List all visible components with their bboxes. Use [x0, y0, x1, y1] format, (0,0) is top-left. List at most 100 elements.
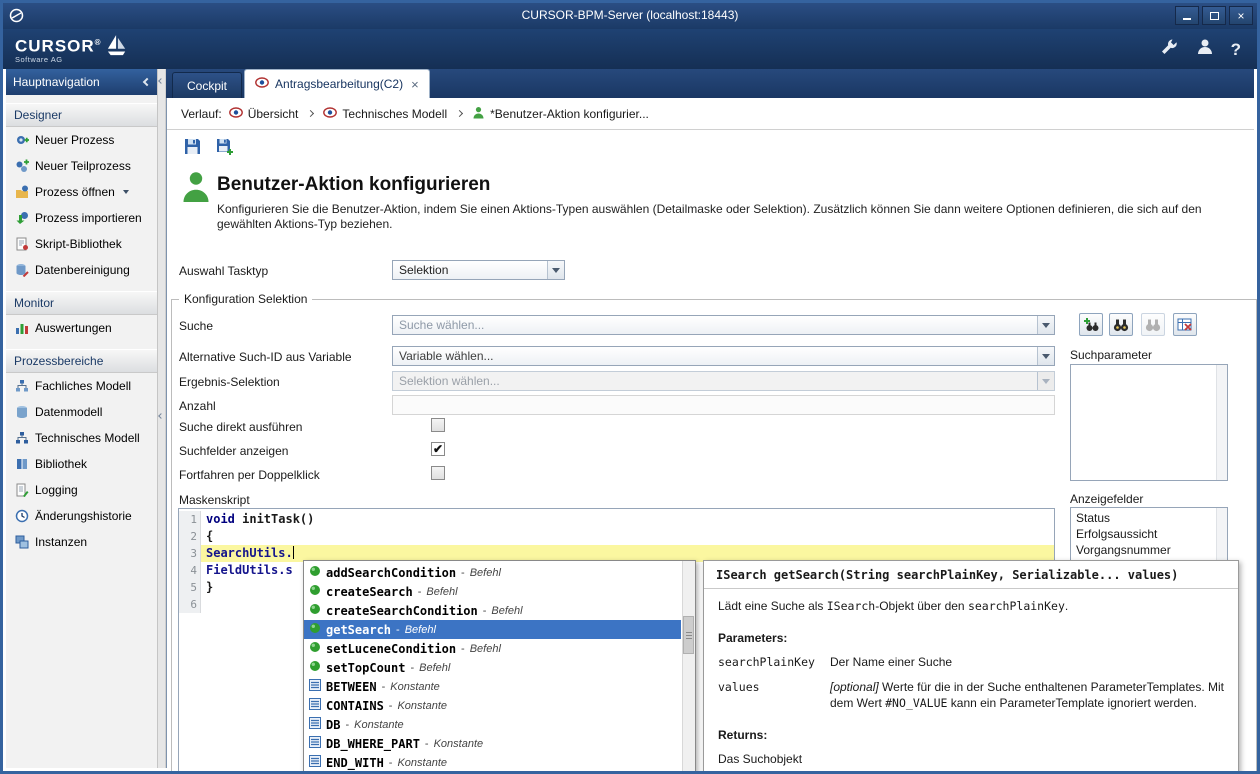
breadcrumb-item-uebersicht[interactable]: Übersicht	[229, 107, 299, 121]
autocomplete-item[interactable]: setLuceneCondition-Befehl	[304, 639, 681, 658]
autocomplete-item[interactable]: DB-Konstante	[304, 715, 681, 734]
logging-icon	[15, 483, 29, 497]
eye-icon	[229, 107, 243, 121]
autocomplete-item[interactable]: addSearchCondition-Befehl	[304, 563, 681, 582]
add-search-button[interactable]	[1079, 313, 1103, 336]
autocomplete-item[interactable]: DB_WHERE_PART-Konstante	[304, 734, 681, 753]
variable-select[interactable]: Variable wählen...	[392, 346, 1055, 366]
window-title: CURSOR-BPM-Server (localhost:18443)	[3, 8, 1257, 22]
suche-direkt-checkbox[interactable]	[431, 418, 445, 432]
edit-search-button[interactable]	[1141, 313, 1165, 336]
autocomplete-item[interactable]: END_WITH-Konstante	[304, 753, 681, 772]
collapse-sidebar-icon[interactable]	[143, 78, 151, 86]
open-process-menu-icon[interactable]	[123, 190, 129, 194]
suche-label: Suche	[179, 319, 213, 333]
scrollbar[interactable]	[1216, 365, 1227, 480]
chevron-down-icon	[1037, 372, 1054, 390]
minimize-button[interactable]	[1175, 6, 1199, 25]
sidebar-item-neuer-prozess[interactable]: Neuer Prozess	[6, 127, 157, 153]
sidebar-item-fachliches-modell[interactable]: Fachliches Modell	[6, 373, 157, 399]
anzeigefelder-label: Anzeigefelder	[1070, 492, 1143, 506]
tools-button[interactable]	[1159, 37, 1179, 62]
anzahl-field[interactable]	[392, 395, 1055, 415]
collapse-arrow-icon	[158, 413, 164, 419]
maskenskript-label: Maskenskript	[179, 493, 250, 507]
tab-close-icon[interactable]: ×	[411, 77, 419, 92]
sidebar-item-skript-bibliothek[interactable]: Skript-Bibliothek	[6, 231, 157, 257]
tab-cockpit[interactable]: Cockpit	[172, 72, 242, 98]
scrollbar-thumb[interactable]	[683, 616, 694, 654]
brand-subtitle: Software AG	[15, 55, 102, 64]
autocomplete-item[interactable]: setTopCount-Befehl	[304, 658, 681, 677]
list-item[interactable]: Erfolgsaussicht	[1071, 526, 1227, 542]
list-item[interactable]: Vorgangsnummer	[1071, 542, 1227, 558]
save-as-button[interactable]	[212, 135, 236, 159]
sidebar-item-bibliothek[interactable]: Bibliothek	[6, 451, 157, 477]
autocomplete-item[interactable]: createSearchCondition-Befehl	[304, 601, 681, 620]
suchfelder-label: Suchfelder anzeigen	[179, 444, 288, 458]
eye-icon	[323, 107, 337, 121]
constant-icon	[309, 754, 321, 772]
sidebar-item-auswertungen[interactable]: Auswertungen	[6, 315, 157, 341]
sidebar-item-logging[interactable]: Logging	[6, 477, 157, 503]
suche-select[interactable]: Suche wählen...	[392, 315, 1055, 335]
group-title: Konfiguration Selektion	[179, 292, 312, 306]
user-action-page-icon	[179, 169, 213, 208]
sidebar-item-instanzen[interactable]: Instanzen	[6, 529, 157, 555]
breadcrumb-item-benutzer-aktion[interactable]: *Benutzer-Aktion konfigurier...	[472, 106, 649, 122]
open-search-button[interactable]	[1109, 313, 1133, 336]
list-item[interactable]: Status	[1071, 510, 1227, 526]
data-model-icon	[15, 405, 29, 419]
maximize-button[interactable]	[1202, 6, 1226, 25]
sidebar-item-prozess-oeffnen[interactable]: Prozess öffnen	[6, 179, 157, 205]
autocomplete-item[interactable]: createSearch-Befehl	[304, 582, 681, 601]
sidebar-item-neuer-teilprozess[interactable]: Neuer Teilprozess	[6, 153, 157, 179]
ergebnis-select[interactable]: Selektion wählen...	[392, 371, 1055, 391]
sidebar-item-datenmodell[interactable]: Datenmodell	[6, 399, 157, 425]
technical-model-icon	[15, 431, 29, 445]
sailboat-logo-icon	[107, 34, 127, 63]
autocomplete-item[interactable]: CONTAINS-Konstante	[304, 696, 681, 715]
instances-icon	[15, 535, 29, 549]
registered-mark: ®	[95, 38, 102, 47]
tasktype-select[interactable]: Selektion	[392, 260, 565, 280]
constant-icon	[309, 716, 321, 734]
autocomplete-item[interactable]: BETWEEN-Konstante	[304, 677, 681, 696]
autocomplete-popup: addSearchCondition-Befehl createSearch-B…	[303, 560, 696, 774]
remove-selection-button[interactable]	[1173, 313, 1197, 336]
suchfelder-checkbox[interactable]: ✔	[431, 442, 445, 456]
command-icon	[309, 602, 321, 620]
command-icon	[309, 564, 321, 582]
business-model-icon	[15, 379, 29, 393]
doc-description: Lädt eine Suche als ISearch-Objekt über …	[718, 598, 1224, 614]
sidebar-collapse-strip[interactable]	[158, 69, 166, 768]
command-icon	[309, 621, 321, 639]
sidebar-item-prozess-importieren[interactable]: Prozess importieren	[6, 205, 157, 231]
scrollbar[interactable]	[682, 561, 695, 773]
tab-antragsbearbeitung[interactable]: Antragsbearbeitung(C2) ×	[244, 69, 430, 98]
help-button[interactable]: ?	[1231, 40, 1241, 60]
toolbar	[167, 130, 1254, 163]
save-button[interactable]	[180, 135, 204, 159]
doppelklick-checkbox[interactable]	[431, 466, 445, 480]
breadcrumb-separator-icon	[456, 110, 463, 117]
titlebar: CURSOR-BPM-Server (localhost:18443) ×	[3, 3, 1257, 29]
anzahl-label: Anzahl	[179, 399, 216, 413]
sidebar-item-aenderungshistorie[interactable]: Änderungshistorie	[6, 503, 157, 529]
close-button[interactable]: ×	[1229, 6, 1253, 25]
text-cursor	[293, 546, 294, 559]
sidebar-item-technisches-modell[interactable]: Technisches Modell	[6, 425, 157, 451]
chevron-down-icon	[1037, 347, 1054, 365]
breadcrumb-item-technisches-modell[interactable]: Technisches Modell	[323, 107, 447, 121]
close-icon: ×	[1237, 9, 1244, 23]
sidebar-item-datenbereinigung[interactable]: Datenbereinigung	[6, 257, 157, 283]
new-subprocess-icon	[15, 159, 29, 173]
autocomplete-item-selected[interactable]: getSearch-Befehl	[304, 620, 681, 639]
main-panel-edge	[166, 98, 167, 768]
section-prozessbereiche: Prozessbereiche	[6, 349, 157, 373]
suchparameter-list[interactable]	[1070, 364, 1228, 481]
brand-logo: CURSOR® Software AG	[15, 34, 127, 64]
user-admin-button[interactable]	[1195, 37, 1215, 62]
command-icon	[309, 583, 321, 601]
eye-icon	[255, 77, 269, 91]
